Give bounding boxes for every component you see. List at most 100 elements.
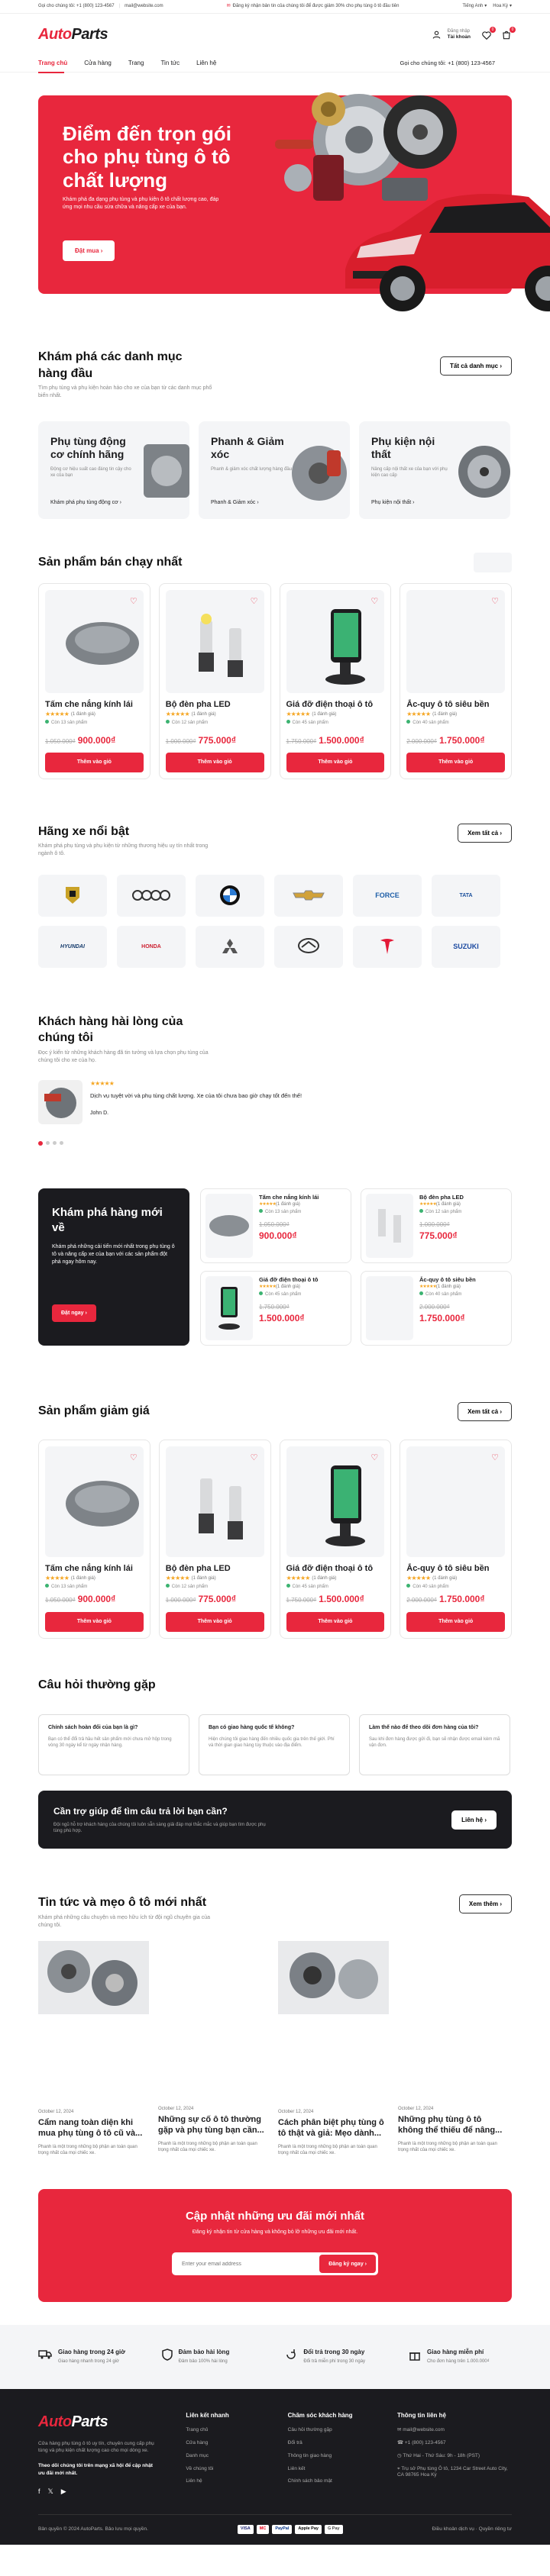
facebook-icon[interactable]: f — [38, 2487, 40, 2496]
product-name[interactable]: Bộ đèn pha LED — [166, 1563, 264, 1575]
add-to-cart-button[interactable]: Thêm vào giỏ — [286, 752, 385, 772]
product-card[interactable]: ♡ Tấm che nắng kính lái ★★★★★ (1 đánh giá… — [38, 582, 150, 779]
heart-icon[interactable]: ♡ — [251, 1452, 258, 1464]
footer-phone[interactable]: +1 (800) 123-4567 — [405, 2440, 446, 2445]
brand-chevrolet[interactable] — [274, 874, 343, 917]
contact-button[interactable]: Liên hệ › — [451, 1810, 497, 1830]
product-name[interactable]: Ắc-quy ô tô siêu bền — [406, 1563, 505, 1575]
faq-item[interactable]: Chính sách hoàn đổi của bạn là gì? Bạn có… — [38, 1714, 189, 1776]
order-now-button[interactable]: Đặt ngay › — [52, 1304, 96, 1322]
footer-link[interactable]: Cửa hàng — [186, 2440, 262, 2447]
all-categories-button[interactable]: Tất cả danh mục › — [439, 356, 512, 376]
product-card[interactable]: ♡ Ắc-quy ô tô siêu bền ★★★★★ (1 đánh giá)… — [400, 582, 512, 779]
view-all-brands-button[interactable]: Xem tất cả › — [458, 823, 512, 843]
add-to-cart-button[interactable]: Thêm vào giỏ — [406, 1611, 505, 1632]
footer-link[interactable]: Thông tin giao hàng — [288, 2453, 372, 2460]
brand-honda[interactable]: HONDA — [117, 925, 186, 968]
brand-mitsubishi[interactable] — [196, 925, 264, 968]
product-name[interactable]: Tấm che nắng kính lái — [45, 1563, 144, 1575]
logo[interactable]: AutoParts — [38, 24, 108, 45]
news-card[interactable]: October 12, 2024 Những phụ tùng ô tô khô… — [398, 1941, 509, 2153]
product-name[interactable]: Giá đỡ điện thoại ô tô — [286, 1563, 385, 1575]
language-select[interactable]: Tiếng Anh — [462, 3, 483, 9]
mini-product-card[interactable]: Ắc-quy ô tô siêu bền ★★★★★ (1 đánh giá) C… — [361, 1270, 512, 1346]
add-to-cart-button[interactable]: Thêm vào giỏ — [45, 1611, 144, 1632]
heart-icon[interactable]: ♡ — [491, 596, 499, 608]
product-name[interactable]: Bộ đèn pha LED — [419, 1194, 506, 1201]
footer-link[interactable]: Về chúng tôi — [186, 2466, 262, 2473]
footer-link[interactable]: Liên kết — [288, 2466, 372, 2473]
news-headline[interactable]: Những sự cố ô tô thường gặp và phụ tùng … — [158, 2115, 269, 2136]
heart-icon[interactable]: ♡ — [130, 1452, 138, 1464]
category-link[interactable]: Phụ kiện nội thất › — [371, 499, 414, 506]
category-link[interactable]: Khám phá phụ tùng động cơ › — [50, 499, 121, 506]
product-card[interactable]: ♡ Giá đỡ điện thoại ô tô ★★★★★ (1 đánh gi… — [279, 1439, 392, 1639]
add-to-cart-button[interactable]: Thêm vào giỏ — [165, 752, 264, 772]
brand-hyundai[interactable]: HYUNDAI — [38, 925, 107, 968]
product-name[interactable]: Ắc-quy ô tô siêu bền — [406, 699, 505, 711]
nav-item-home[interactable]: Trang chủ — [38, 60, 67, 68]
product-name[interactable]: Giá đỡ điện thoại ô tô — [259, 1276, 346, 1284]
product-name[interactable]: Bộ đèn pha LED — [166, 699, 264, 711]
add-to-cart-button[interactable]: Thêm vào giỏ — [406, 752, 505, 772]
user-icon[interactable] — [431, 29, 443, 41]
youtube-icon[interactable]: ▶ — [61, 2487, 66, 2496]
footer-link[interactable]: Trang chủ — [186, 2427, 262, 2434]
footer-link[interactable]: Liên hệ — [186, 2478, 262, 2485]
product-card[interactable]: ♡ Bộ đèn pha LED ★★★★★ (1 đánh giá) Còn 1… — [158, 1439, 271, 1639]
product-card[interactable]: ♡ Giá đỡ điện thoại ô tô ★★★★★ (1 đánh gi… — [279, 582, 392, 779]
product-card[interactable]: ♡ Ắc-quy ô tô siêu bền ★★★★★ (1 đánh giá)… — [400, 1439, 512, 1639]
cart-icon[interactable]: 0 — [501, 26, 516, 40]
subscribe-button[interactable]: Đăng ký ngay › — [319, 2255, 376, 2274]
product-card[interactable]: ♡ Bộ đèn pha LED ★★★★★ (1 đánh giá) Còn 1… — [158, 582, 271, 779]
nav-item-pages[interactable]: Trang — [128, 60, 144, 68]
news-headline[interactable]: Cẩm nang toàn diện khi mua phụ tùng ô tô… — [38, 2118, 149, 2139]
brand-force[interactable]: FORCE — [353, 874, 422, 917]
product-name[interactable]: Ắc-quy ô tô siêu bền — [419, 1276, 506, 1284]
brand-bmw[interactable] — [196, 874, 264, 917]
footer-logo[interactable]: AutoParts — [38, 2412, 160, 2433]
news-headline[interactable]: Những phụ tùng ô tô không thể thiếu để n… — [398, 2115, 509, 2136]
footer-link[interactable]: Danh mục — [186, 2453, 262, 2460]
add-to-cart-button[interactable]: Thêm vào giỏ — [165, 1611, 264, 1632]
email-input[interactable] — [174, 2261, 320, 2267]
brand-audi[interactable] — [117, 874, 186, 917]
mini-product-card[interactable]: Bộ đèn pha LED ★★★★★ (1 đánh giá) Còn 12 … — [361, 1188, 512, 1263]
news-card[interactable]: October 12, 2024 Cách phân biệt phụ tùng… — [278, 1941, 389, 2156]
top-email[interactable]: mail@website.com — [125, 3, 163, 9]
dot[interactable] — [53, 1141, 57, 1146]
nav-item-news[interactable]: Tin tức — [160, 60, 180, 68]
news-card[interactable]: October 12, 2024 Cẩm nang toàn diện khi … — [38, 1941, 149, 2156]
faq-item[interactable]: Làm thế nào để theo dõi đơn hàng của tôi… — [359, 1714, 510, 1776]
product-name[interactable]: Tấm che nắng kính lái — [45, 699, 144, 711]
category-card-engine[interactable]: Phụ tùng động cơ chính hãng Động cơ hiệu… — [38, 421, 189, 519]
hero-order-button[interactable]: Đặt mua › — [63, 240, 115, 261]
product-name[interactable]: Tấm che nắng kính lái — [259, 1194, 346, 1201]
heart-icon[interactable]: ♡ — [130, 596, 138, 608]
brand-tata[interactable]: TATA — [432, 874, 500, 917]
news-card[interactable]: October 12, 2024 Những sự cố ô tô thường… — [158, 1941, 269, 2153]
view-all-sale-button[interactable]: Xem tất cả › — [458, 1401, 512, 1421]
add-to-cart-button[interactable]: Thêm vào giỏ — [286, 1611, 385, 1632]
brand-tesla[interactable] — [353, 925, 422, 968]
footer-link[interactable]: Đổi trả — [288, 2440, 372, 2447]
faq-item[interactable]: Bạn có giao hàng quốc tế không? Hiện chún… — [199, 1714, 350, 1776]
news-headline[interactable]: Cách phân biệt phụ tùng ô tô thật và giả… — [278, 2118, 389, 2139]
category-card-brakes[interactable]: Phanh & Giảm xóc Phanh & giảm xóc chất l… — [199, 421, 350, 519]
footer-link[interactable]: Chính sách bảo mật — [288, 2478, 372, 2485]
mini-product-card[interactable]: Giá đỡ điện thoại ô tô ★★★★★ (1 đánh giá)… — [200, 1270, 351, 1346]
heart-icon[interactable]: ♡ — [491, 1452, 499, 1464]
heart-icon[interactable]: 0 — [481, 26, 496, 40]
product-card[interactable]: ♡ Tấm che nắng kính lái ★★★★★ (1 đánh giá… — [38, 1439, 150, 1639]
mini-product-card[interactable]: Tấm che nắng kính lái ★★★★★ (1 đánh giá) … — [200, 1188, 351, 1263]
account-box[interactable]: Đăng nhập Tài khoản — [448, 29, 471, 40]
category-link[interactable]: Phanh & Giảm xóc › — [211, 499, 259, 506]
more-news-button[interactable]: Xem thêm › — [458, 1894, 512, 1914]
footer-link[interactable]: Câu hỏi thường gặp — [288, 2427, 372, 2434]
carousel-controls[interactable] — [474, 552, 512, 572]
footer-legal-links[interactable]: Điều khoản dịch vụ · Quyền riêng tư — [432, 2526, 512, 2533]
brand-mazda[interactable] — [274, 925, 343, 968]
add-to-cart-button[interactable]: Thêm vào giỏ — [45, 752, 144, 772]
product-name[interactable]: Giá đỡ điện thoại ô tô — [286, 699, 385, 711]
currency-select[interactable]: Hoa Kỳ — [493, 3, 508, 9]
